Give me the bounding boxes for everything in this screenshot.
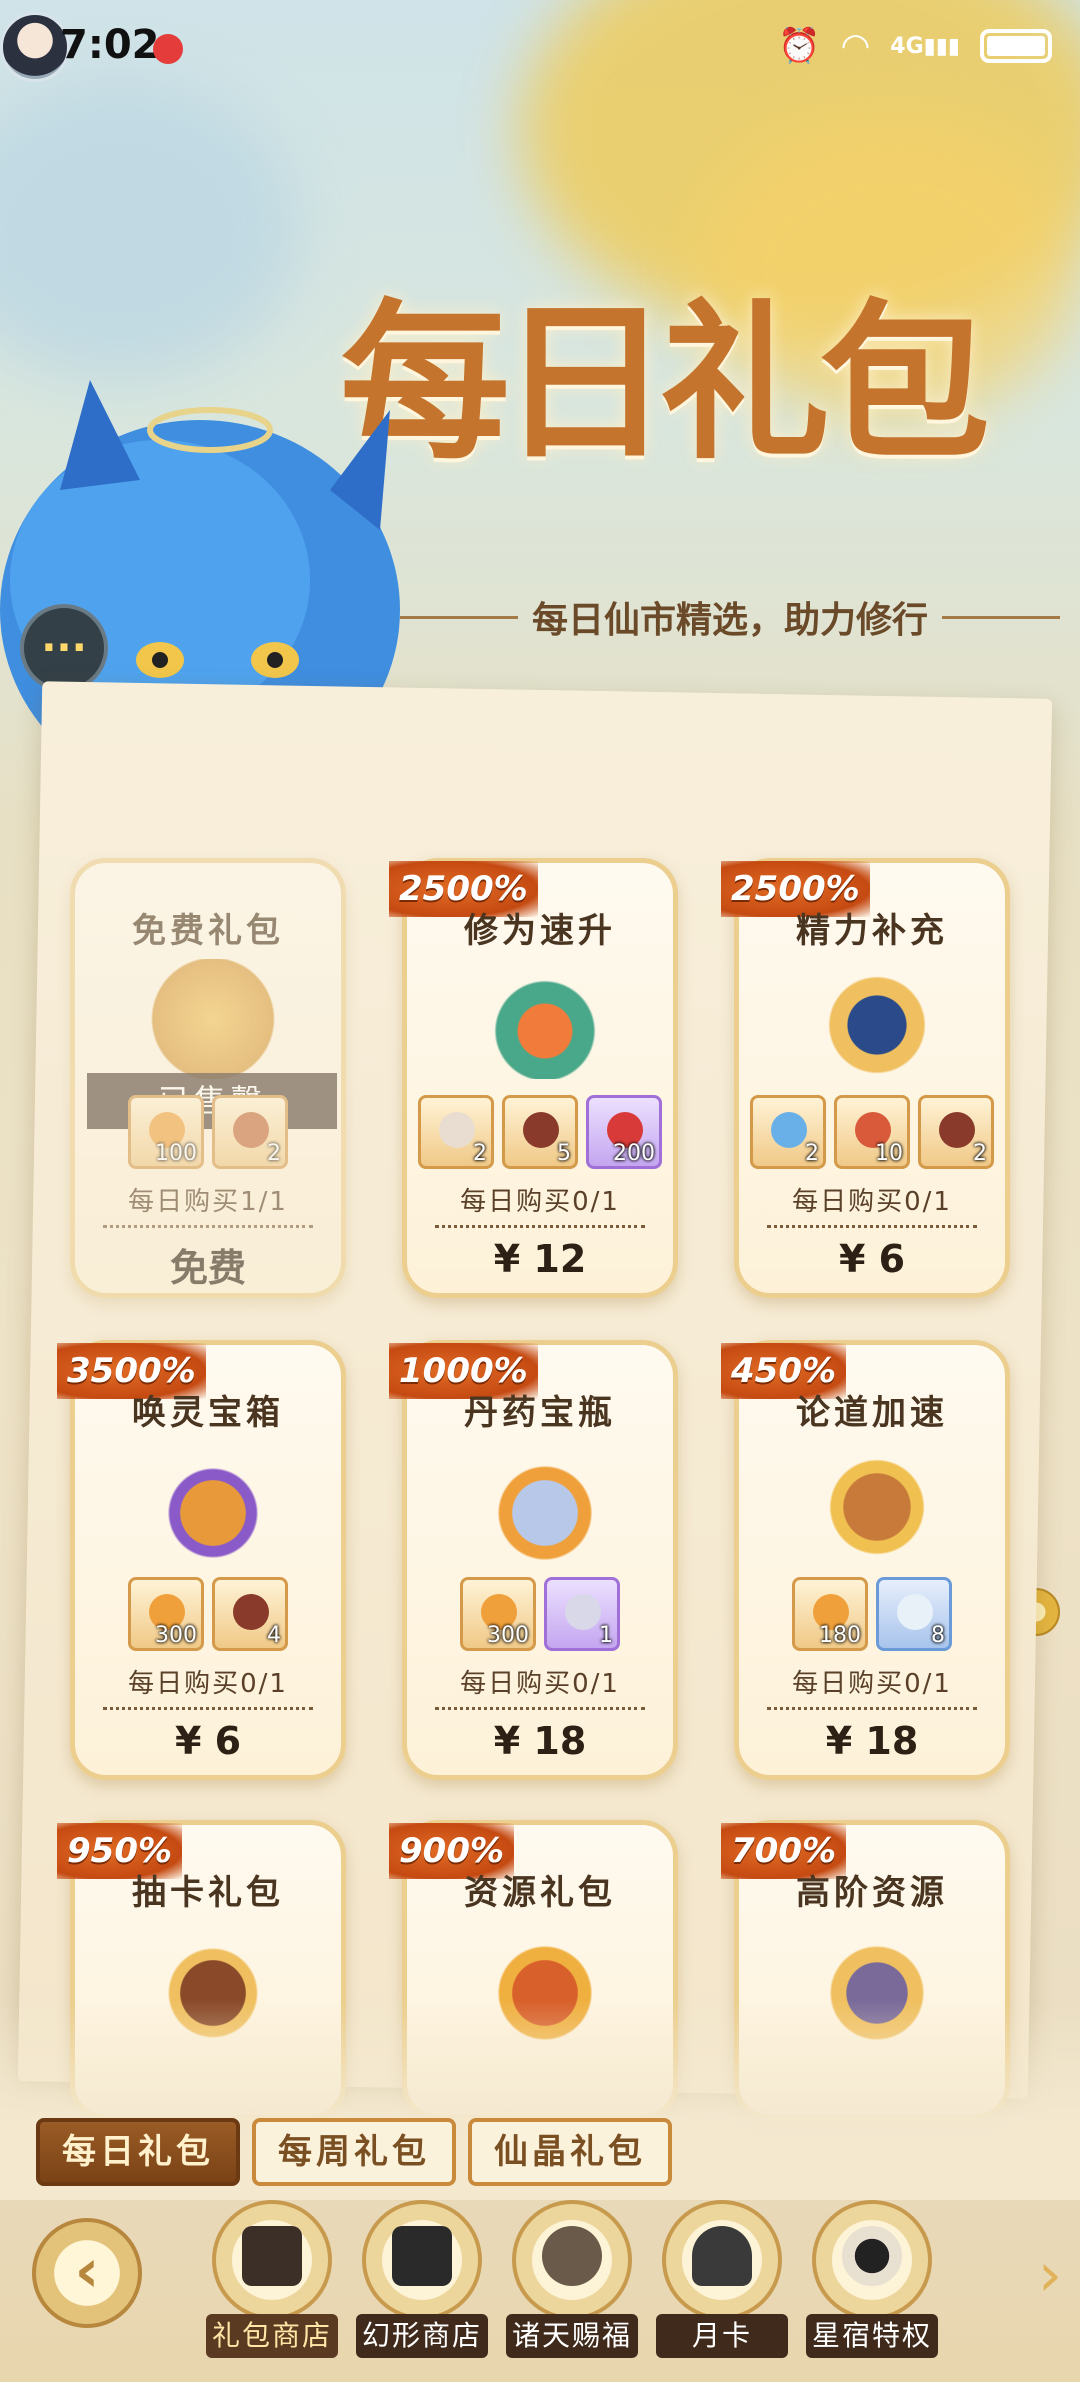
nav-label: 月卡	[656, 2314, 788, 2358]
divider	[435, 1225, 645, 1228]
banner-subtitle-row: 每日仙市精选，助力修行	[400, 592, 1061, 642]
gift-card-name: 唤灵宝箱	[132, 1393, 284, 1433]
signal-icon: 4G▮▮▮	[890, 33, 960, 59]
reward-item[interactable]: 2	[918, 1095, 994, 1169]
alarm-icon: ⏰	[778, 26, 821, 66]
gift-card-name: 丹药宝瓶	[464, 1393, 616, 1433]
price-button[interactable]: ¥ 12	[407, 1237, 673, 1281]
purchase-limit: 每日购买0/1	[128, 1669, 288, 1699]
divider	[767, 1225, 977, 1228]
tab-weekly-gift[interactable]: 每周礼包	[252, 2118, 456, 2186]
nav-blessing[interactable]: 诸天赐福	[506, 2196, 638, 2382]
hat-icon	[692, 2226, 752, 2286]
reward-item[interactable]: 10	[834, 1095, 910, 1169]
gift-card-energy[interactable]: 2500% 精力补充 2 10 2 每日购买0/1 ¥ 6	[721, 858, 1010, 1298]
pavilion-icon	[242, 2226, 302, 2286]
nav-label: 诸天赐福	[506, 2314, 638, 2358]
price-button[interactable]: 免费	[75, 1237, 341, 1292]
gift-image	[797, 959, 957, 1079]
gift-card-name: 资源礼包	[464, 1873, 616, 1913]
gift-card-name: 修为速升	[464, 911, 616, 951]
clock: 7:02	[60, 22, 160, 68]
gift-card-name: 免费礼包	[132, 911, 284, 951]
price-button[interactable]: ¥ 18	[407, 1719, 673, 1763]
reward-item[interactable]: 300	[460, 1577, 536, 1651]
price-button[interactable]: ¥ 6	[75, 1719, 341, 1763]
reward-item[interactable]: 2	[212, 1095, 288, 1169]
gift-card-free[interactable]: 免费礼包 已售罄 100 2 每日购买1/1 免费	[70, 858, 346, 1298]
purchase-limit: 每日购买0/1	[792, 1187, 952, 1217]
rabbit-icon	[542, 2226, 602, 2286]
reward-item[interactable]: 300	[128, 1577, 204, 1651]
gift-card-elixir[interactable]: 1000% 丹药宝瓶 300 1 每日购买0/1 ¥ 18	[389, 1340, 678, 1780]
gift-card-summon[interactable]: 3500% 唤灵宝箱 300 4 每日购买0/1 ¥ 6	[57, 1340, 346, 1780]
nav-transform-shop[interactable]: 幻形商店	[356, 2196, 488, 2382]
reward-item[interactable]: 200	[586, 1095, 662, 1169]
divider	[103, 1707, 313, 1710]
shop-tabs: 每日礼包 每周礼包 仙晶礼包	[36, 2118, 672, 2186]
purchase-limit: 每日购买0/1	[460, 1669, 620, 1699]
purchase-limit: 每日购买0/1	[460, 1187, 620, 1217]
nav-label: 幻形商店	[356, 2314, 488, 2358]
nav-gift-shop[interactable]: 礼包商店	[206, 2196, 338, 2382]
reward-item[interactable]: 2	[418, 1095, 494, 1169]
price-button[interactable]: ¥ 6	[739, 1237, 1005, 1281]
divider	[942, 615, 1061, 619]
divider	[103, 1225, 313, 1228]
bottom-nav: 礼包商店 幻形商店 诸天赐福 月卡 星宿特权	[206, 2196, 938, 2382]
gift-card-name: 精力补充	[796, 911, 948, 951]
divider	[435, 1707, 645, 1710]
nav-star-privilege[interactable]: 星宿特权	[806, 2196, 938, 2382]
nav-monthly-card[interactable]: 月卡	[656, 2196, 788, 2382]
gift-image	[465, 959, 625, 1079]
reward-item[interactable]: 180	[792, 1577, 868, 1651]
tab-daily-gift[interactable]: 每日礼包	[36, 2118, 240, 2186]
gift-card-name: 抽卡礼包	[132, 1873, 284, 1913]
reward-item[interactable]: 100	[128, 1095, 204, 1169]
gift-image	[797, 1441, 957, 1561]
status-bar: 7:02 ⏰ ◠ 4G▮▮▮	[0, 0, 1080, 100]
divider	[767, 1707, 977, 1710]
nav-label: 礼包商店	[206, 2314, 338, 2358]
gift-card-cultivation[interactable]: 2500% 修为速升 2 5 200 每日购买0/1 ¥ 12	[389, 858, 678, 1298]
wifi-icon: ◠	[840, 26, 871, 66]
chat-bubble-button[interactable]: ···	[20, 604, 108, 692]
gift-image	[465, 1441, 625, 1561]
gift-card-name: 高阶资源	[796, 1873, 948, 1913]
banner-subtitle: 每日仙市精选，助力修行	[532, 600, 929, 641]
reward-item[interactable]: 8	[876, 1577, 952, 1651]
divider	[400, 615, 518, 619]
battery-icon	[980, 29, 1052, 63]
reward-item[interactable]: 1	[544, 1577, 620, 1651]
gift-image	[133, 959, 293, 1079]
purchase-limit: 每日购买1/1	[128, 1187, 288, 1217]
gift-card-name: 论道加速	[796, 1393, 948, 1433]
purchase-limit: 每日购买0/1	[792, 1669, 952, 1699]
nav-label: 星宿特权	[806, 2314, 938, 2358]
reward-item[interactable]: 5	[502, 1095, 578, 1169]
tab-crystal-gift[interactable]: 仙晶礼包	[468, 2118, 672, 2186]
notification-icon	[153, 34, 183, 64]
reward-item[interactable]: 4	[212, 1577, 288, 1651]
price-button[interactable]: ¥ 18	[739, 1719, 1005, 1763]
gift-image	[133, 1441, 293, 1561]
dragon-icon	[392, 2226, 452, 2286]
reward-item[interactable]: 2	[750, 1095, 826, 1169]
back-button[interactable]: ‹	[32, 2218, 142, 2328]
gift-card-debate[interactable]: 450% 论道加速 180 8 每日购买0/1 ¥ 18	[721, 1340, 1010, 1780]
banner-title: 每日礼包	[340, 283, 990, 483]
yin-yang-icon	[842, 2226, 902, 2286]
chevron-right-icon[interactable]: ›	[1038, 2240, 1062, 2310]
